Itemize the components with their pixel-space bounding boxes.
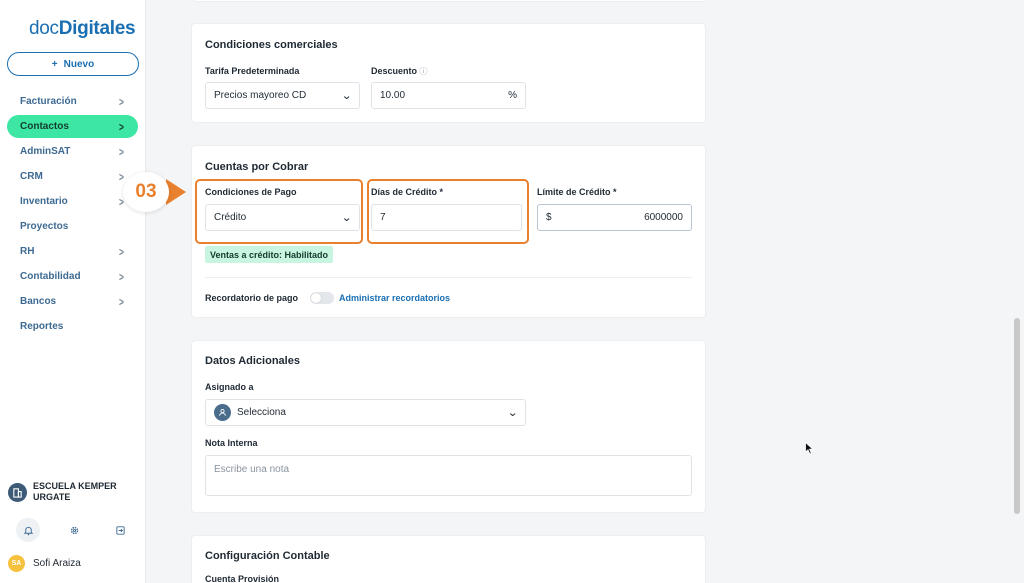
mouse-cursor-icon xyxy=(805,441,815,460)
descuento-label: Descuento ⓘ xyxy=(371,66,428,77)
asignado-select[interactable]: Selecciona ⌄ xyxy=(205,399,526,426)
sidebar-item-crm[interactable]: CRM > xyxy=(7,165,138,188)
chevron-right-icon: > xyxy=(119,144,124,159)
descuento-label-text: Descuento xyxy=(371,66,418,76)
highlight-dias-credito xyxy=(367,179,529,244)
administrar-recordatorios-link[interactable]: Administrar recordatorios xyxy=(339,293,450,303)
avatar: SA xyxy=(8,555,25,572)
limite-credito-input[interactable]: $ 6000000 xyxy=(537,204,692,231)
page-scrollbar[interactable] xyxy=(1014,318,1020,514)
descuento-input[interactable]: 10.00 % xyxy=(371,82,526,109)
tarifa-value: Precios mayoreo CD xyxy=(214,90,307,101)
section-title: Datos Adicionales xyxy=(205,355,300,367)
chevron-down-icon: ⌄ xyxy=(506,407,518,419)
divider xyxy=(205,277,692,278)
limite-credito-value: 6000000 xyxy=(644,212,683,223)
sidebar-item-label: Contactos xyxy=(20,121,69,132)
section-title: Condiciones comerciales xyxy=(205,39,338,51)
info-icon[interactable]: ⓘ xyxy=(420,67,428,76)
sidebar-item-facturacion[interactable]: Facturación > xyxy=(7,90,138,113)
chevron-down-icon: ⌄ xyxy=(340,90,352,102)
sidebar-item-label: AdminSAT xyxy=(20,146,71,157)
app-logo[interactable]: docDigitales xyxy=(29,18,136,40)
sidebar-item-label: Reportes xyxy=(20,321,64,332)
sidebar-item-label: RH xyxy=(20,246,35,257)
sidebar-item-adminsat[interactable]: AdminSAT > xyxy=(7,140,138,163)
step-arrow xyxy=(166,179,186,205)
new-button-label: Nuevo xyxy=(63,58,95,70)
sidebar-item-reportes[interactable]: Reportes xyxy=(7,315,138,338)
gear-icon[interactable] xyxy=(62,518,86,542)
recordatorio-toggle[interactable] xyxy=(310,292,334,304)
step-number-badge: 03 xyxy=(123,172,169,212)
sidebar-item-contabilidad[interactable]: Contabilidad > xyxy=(7,265,138,288)
logout-icon[interactable] xyxy=(108,518,132,542)
section-title: Cuentas por Cobrar xyxy=(205,161,309,173)
plus-icon: + xyxy=(51,58,58,70)
user-profile[interactable]: SA Sofi Araiza xyxy=(8,555,81,572)
highlight-condiciones-pago xyxy=(195,179,363,244)
sidebar-item-label: Contabilidad xyxy=(20,271,81,282)
asignado-value: Selecciona xyxy=(237,407,286,418)
chevron-right-icon: > xyxy=(119,244,124,259)
sidebar-item-proyectos[interactable]: Proyectos xyxy=(7,215,138,238)
nota-interna-label: Nota Interna xyxy=(205,438,258,448)
sidebar-item-label: Bancos xyxy=(20,296,57,307)
utility-bar xyxy=(16,518,132,542)
chevron-right-icon: > xyxy=(119,119,124,134)
user-icon xyxy=(214,404,231,421)
asignado-label: Asignado a xyxy=(205,382,254,392)
building-icon xyxy=(8,482,27,502)
sidebar-item-contactos[interactable]: Contactos > xyxy=(7,115,138,138)
recordatorio-label: Recordatorio de pago xyxy=(205,293,299,303)
cuenta-provision-label: Cuenta Provisión xyxy=(205,574,280,583)
sidebar-item-label: CRM xyxy=(20,171,43,182)
sidebar: docDigitales + Nuevo Facturación > Contac… xyxy=(0,0,146,583)
new-button[interactable]: + Nuevo xyxy=(7,52,139,76)
sidebar-nav: Facturación > Contactos > AdminSAT > CRM > I… xyxy=(7,90,138,340)
percent-suffix: % xyxy=(508,90,517,101)
sidebar-item-label: Inventario xyxy=(20,196,68,207)
card-configuracion-contable: Configuración Contable Cuenta Provisión xyxy=(191,535,706,583)
limite-credito-label: Límite de Crédito * xyxy=(537,187,617,197)
card-datos-adicionales: Datos Adicionales Asignado a Selecciona … xyxy=(191,340,706,513)
company-switcher[interactable]: ESCUELA KEMPER URGATE xyxy=(8,481,133,503)
nota-interna-textarea[interactable]: Escribe una nota xyxy=(205,455,692,496)
section-title: Configuración Contable xyxy=(205,550,330,562)
user-name: Sofi Araiza xyxy=(33,558,81,569)
sidebar-item-bancos[interactable]: Bancos > xyxy=(7,290,138,313)
bell-icon[interactable] xyxy=(16,518,40,542)
credit-status-badge: Ventas a crédito: Habilitado xyxy=(205,246,334,263)
currency-prefix: $ xyxy=(546,212,552,223)
sidebar-item-inventario[interactable]: Inventario > xyxy=(7,190,138,213)
sidebar-item-label: Facturación xyxy=(20,96,77,107)
tarifa-select[interactable]: Precios mayoreo CD ⌄ xyxy=(205,82,360,109)
descuento-value: 10.00 xyxy=(380,90,406,101)
chevron-right-icon: > xyxy=(119,94,124,109)
sidebar-item-label: Proyectos xyxy=(20,221,69,232)
chevron-right-icon: > xyxy=(119,294,124,309)
chevron-right-icon: > xyxy=(119,269,124,284)
previous-card xyxy=(191,0,706,2)
sidebar-item-rh[interactable]: RH > xyxy=(7,240,138,263)
card-condiciones-comerciales: Condiciones comerciales Tarifa Predeterm… xyxy=(191,23,706,123)
company-name: ESCUELA KEMPER URGATE xyxy=(33,481,117,502)
tarifa-label: Tarifa Predeterminada xyxy=(205,66,300,76)
chevron-right-icon: > xyxy=(119,169,124,184)
